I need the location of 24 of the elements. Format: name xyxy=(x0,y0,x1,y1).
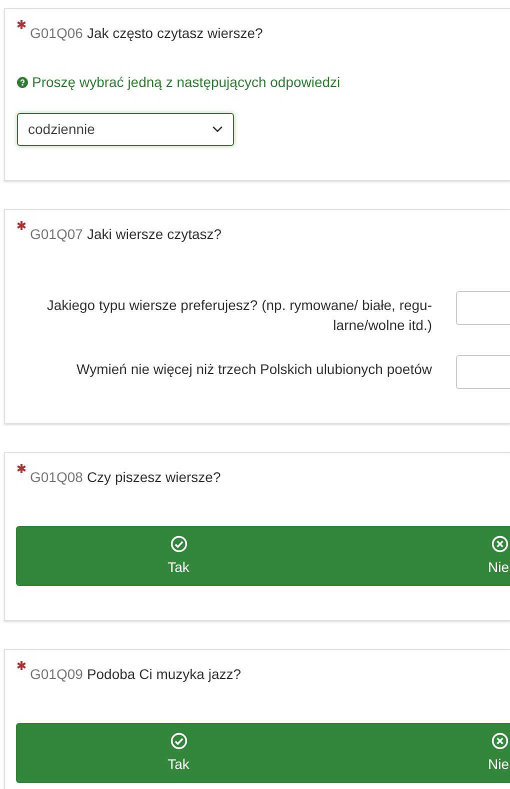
check-circle-icon xyxy=(170,534,188,552)
subquestion-label: Wymień nie więcej niż trzech Polskich ulubionych poetów xyxy=(76,360,432,379)
subquestion-label: Jakiego typu wiersze preferujesz? (np. rymowane/ białe, regu-larne/wolne itd.) xyxy=(46,296,432,335)
answer-button[interactable]: Tak xyxy=(16,526,341,586)
question-code: G01Q07 xyxy=(30,225,83,244)
question-text: Podoba Ci muzyka jazz? xyxy=(86,665,242,684)
answer-button[interactable]: Nie xyxy=(341,526,510,586)
chevron-icon xyxy=(212,126,223,133)
cross-circle-icon xyxy=(491,732,509,750)
help-icon xyxy=(17,77,28,88)
text-field[interactable] xyxy=(456,355,510,389)
question-code: G01Q06 xyxy=(30,24,83,43)
answer-button[interactable]: Nie xyxy=(341,723,510,783)
answer-button[interactable]: Tak xyxy=(16,723,341,783)
question-code: G01Q09 xyxy=(30,665,83,684)
dropdown-field[interactable]: codziennie xyxy=(17,113,234,146)
question-text: Jaki wiersze czytasz? xyxy=(86,225,222,244)
cross-circle-icon xyxy=(491,534,509,552)
question-text: Jak często czytasz wiersze? xyxy=(86,24,263,43)
text-field[interactable] xyxy=(456,291,510,325)
question-text: Czy piszesz wiersze? xyxy=(86,468,221,487)
help-text: Proszę wybrać jedną z następujących odpowiedzi xyxy=(32,73,340,92)
question-code: G01Q08 xyxy=(30,468,83,487)
check-circle-icon xyxy=(170,732,188,750)
